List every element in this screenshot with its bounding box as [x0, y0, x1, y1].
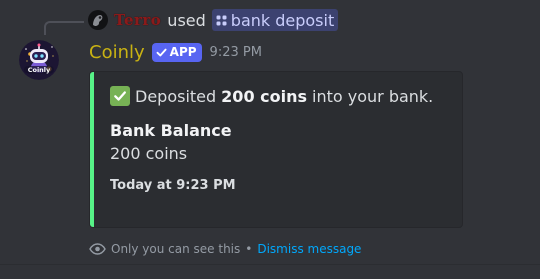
- field-value: 200 coins: [110, 144, 188, 163]
- invoker-avatar[interactable]: [88, 10, 108, 30]
- ephemeral-notice: Only you can see this • Dismiss message: [89, 240, 361, 258]
- check-emoji-glyph: [114, 91, 126, 101]
- avatar-logo-text: Coinly: [28, 66, 51, 74]
- ephemeral-text: Only you can see this: [111, 242, 241, 256]
- description-suffix: into your bank.: [312, 86, 434, 106]
- white-check-mark-emoji: [110, 86, 130, 106]
- interaction-header: Terro used bank deposit: [88, 9, 339, 31]
- embed-description: Deposited 200 coins into your bank.: [110, 86, 450, 106]
- dismiss-message-link[interactable]: Dismiss message: [257, 242, 361, 256]
- checkmark-icon: [156, 48, 167, 56]
- ephemeral-separator: •: [245, 242, 253, 256]
- embed-body: Deposited 200 coins into your bank. Bank…: [110, 86, 450, 193]
- message-timestamp[interactable]: 9:23 PM: [210, 45, 262, 60]
- command-name: bank deposit: [230, 10, 335, 30]
- description-prefix: Deposited: [135, 86, 217, 106]
- message-divider: [0, 264, 540, 265]
- app-badge: APP: [151, 42, 202, 62]
- coinly-logo-icon: Coinly: [19, 40, 59, 80]
- invoker-username[interactable]: Terro: [114, 11, 161, 29]
- bot-avatar[interactable]: Coinly: [19, 40, 59, 80]
- description-amount: 200 coins: [221, 86, 308, 106]
- slash-command-icon: [216, 15, 227, 25]
- reply-spine: [44, 21, 84, 35]
- eye-icon: [89, 243, 106, 255]
- message-header: Coinly APP 9:23 PM: [89, 40, 262, 64]
- command-mention[interactable]: bank deposit: [211, 9, 339, 31]
- invoker-avatar-icon: [93, 15, 103, 26]
- chat-message: Terro used bank deposit Coinly Coinly AP…: [0, 0, 540, 279]
- author-name[interactable]: Coinly: [89, 42, 145, 63]
- used-label: used: [167, 10, 206, 30]
- app-badge-label: APP: [169, 45, 197, 59]
- field-name: Bank Balance: [110, 121, 232, 140]
- embed-accent-bar: [90, 72, 94, 227]
- embed-footer: Today at 9:23 PM: [110, 178, 236, 193]
- embed-card: Deposited 200 coins into your bank. Bank…: [89, 71, 463, 228]
